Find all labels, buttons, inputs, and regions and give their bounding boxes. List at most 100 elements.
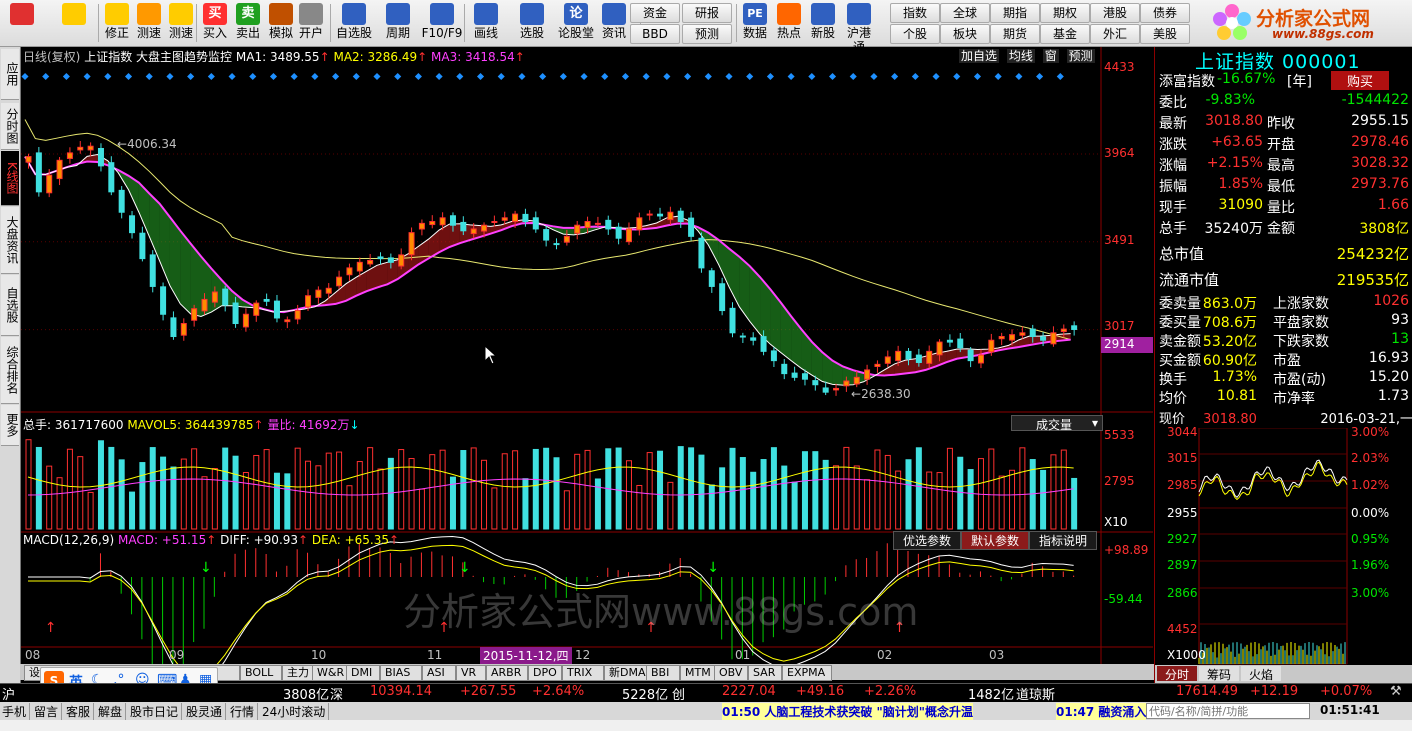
indicator-tab-boll[interactable]: BOLL <box>240 665 282 681</box>
macd-name[interactable]: MACD(12,26,9) <box>23 533 114 547</box>
tab-chips[interactable]: 筹码 <box>1199 666 1239 682</box>
indicator-tab-bias[interactable]: BIAS <box>380 665 422 681</box>
intraday-mini-chart[interactable] <box>1155 428 1412 683</box>
toolbar-button-2[interactable]: 修正 <box>102 2 132 44</box>
market-button[interactable]: 基金 <box>1040 24 1090 44</box>
optimal-params-button[interactable]: 优选参数 <box>893 531 961 550</box>
add-watchlist-button[interactable]: 加自选 <box>959 49 1000 63</box>
market-button[interactable]: 指数 <box>890 3 940 23</box>
indicator-tab-bbi[interactable]: BBI <box>646 665 680 681</box>
toolbar-button-1[interactable] <box>50 2 98 44</box>
toolbar-button-fire-icon[interactable]: 热点 <box>772 2 806 44</box>
row-label: 卖金额 <box>1159 334 1201 350</box>
toolbar-button-10[interactable]: 周期 <box>378 2 418 44</box>
menu-item-4[interactable]: 股市日记 <box>130 703 183 720</box>
toolbar-button-4[interactable]: 测速 <box>166 2 196 44</box>
ma-button[interactable]: 均线 <box>1006 49 1035 63</box>
volume-bar <box>750 471 757 530</box>
left-tab-6[interactable]: 更多 <box>1 405 19 446</box>
menu-item-1[interactable]: 留言 <box>34 703 63 720</box>
indicator-help-button[interactable]: 指标说明 <box>1029 531 1097 550</box>
up-arrow-icon: ↑ <box>206 533 217 547</box>
toolbar-button-hk-connect-icon[interactable]: 沪港通 <box>842 2 876 54</box>
toolbar-button-12[interactable]: 画线 <box>466 2 506 44</box>
candle-body <box>512 213 519 222</box>
market-button[interactable]: 期权 <box>1040 3 1090 23</box>
code-search-input[interactable] <box>1146 703 1310 719</box>
indicator-tab-dpo[interactable]: DPO <box>528 665 562 681</box>
pe-icon: PE <box>743 3 767 25</box>
toolbar-button-11[interactable]: F10/F9 <box>420 2 464 44</box>
toolbar-button-6[interactable]: 卖卖出 <box>233 2 263 44</box>
market-button[interactable]: 个股 <box>890 24 940 44</box>
menu-item-5[interactable]: 股灵通 <box>186 703 227 720</box>
buy-button[interactable]: 购买 <box>1330 71 1389 90</box>
tab-intraday[interactable]: 分时 <box>1157 666 1197 682</box>
tab-flame[interactable]: 火焰 <box>1241 666 1281 682</box>
market-button[interactable]: 期指 <box>990 3 1040 23</box>
toolbar-small-button[interactable]: 预测 <box>682 24 732 44</box>
left-tab-1[interactable]: 分时图 <box>1 103 19 150</box>
menu-item-3[interactable]: 解盘 <box>98 703 127 720</box>
market-button[interactable]: 期货 <box>990 24 1040 44</box>
volume-bar <box>66 448 73 530</box>
toolbar-button-15[interactable]: 资讯 <box>598 2 630 44</box>
menu-item-6[interactable]: 行情 <box>230 703 259 720</box>
wrench-icon[interactable]: ⚒ <box>1390 684 1402 699</box>
toolbar-small-button[interactable]: BBD <box>630 24 680 44</box>
market-button[interactable]: 债券 <box>1140 3 1190 23</box>
toolbar-button-9[interactable]: 自选股 <box>334 2 374 44</box>
indicator-tab-sar[interactable]: SAR <box>748 665 782 681</box>
news-ticker-2[interactable]: 01:47 融资涌入 <box>1056 703 1147 720</box>
indicator-tab-dmi[interactable]: DMI <box>346 665 380 681</box>
indicator-tab-expma[interactable]: EXPMA <box>782 665 832 681</box>
indicator-name[interactable]: 大盘主图趋势监控 <box>136 50 232 64</box>
left-tab-5[interactable]: 综合排名 <box>1 337 19 404</box>
toolbar-button-14[interactable]: 论论股堂 <box>556 2 596 44</box>
toolbar-button-5[interactable]: 买买入 <box>200 2 230 44</box>
toolbar-button-7[interactable]: 模拟 <box>266 2 296 44</box>
indicator-tab-obv[interactable]: OBV <box>714 665 748 681</box>
window-button[interactable]: 窗 <box>1042 49 1059 63</box>
indicator-tab-w&r[interactable]: W&R <box>312 665 350 681</box>
toolbar-button-3[interactable]: 测速 <box>134 2 164 44</box>
market-button[interactable]: 板块 <box>940 24 990 44</box>
indicator-select[interactable]: 成交量 ▾ <box>1011 415 1103 432</box>
volume-bar <box>657 450 664 530</box>
forecast-button[interactable]: 预测 <box>1066 49 1095 63</box>
left-tab-3[interactable]: 大盘资讯 <box>1 207 19 274</box>
menu-item-0[interactable]: 手机 <box>2 703 31 720</box>
indicator-tab-mtm[interactable]: MTM <box>680 665 716 681</box>
volume-bar <box>367 447 374 530</box>
market-button[interactable]: 外汇 <box>1090 24 1140 44</box>
toolbar-button-pe-icon[interactable]: PE 数据 <box>738 2 772 44</box>
toolbar-small-button[interactable]: 研报 <box>682 3 732 23</box>
market-button[interactable]: 港股 <box>1090 3 1140 23</box>
toolbar-small-button[interactable]: 资金 <box>630 3 680 23</box>
left-tab-2[interactable]: K线图 <box>1 151 19 206</box>
left-tab-0[interactable]: 应用 <box>1 49 19 100</box>
default-params-button[interactable]: 默认参数 <box>961 531 1029 550</box>
indicator-tab-asi[interactable]: ASI <box>422 665 456 681</box>
indicator-tab-arbr[interactable]: ARBR <box>486 665 528 681</box>
left-tab-4[interactable]: 自选股 <box>1 275 19 336</box>
chart-area[interactable]: ↑ ↓ ↑ ↓ ↑ ↓ ↑ 日线(复权) 上证指数 大盘主图趋势监控 MA1: 3489.5… <box>21 47 1153 664</box>
market-button[interactable]: 全球 <box>940 3 990 23</box>
menu-item-7[interactable]: 24小时滚动 <box>262 703 330 720</box>
indicator-tab-新dma[interactable]: 新DMA <box>604 665 651 681</box>
period-label[interactable]: 日线(复权) <box>23 50 80 64</box>
news-ticker-1[interactable]: 01:50 人脑工程技术获突破 "脑计划"概念升温 <box>722 703 974 720</box>
cy-amount: 1482亿 <box>968 688 1015 703</box>
market-button[interactable]: 美股 <box>1140 24 1190 44</box>
toolbar-button-13[interactable]: 选股 <box>512 2 552 44</box>
indicator-tab-vr[interactable]: VR <box>456 665 486 681</box>
toolbar-button-8[interactable]: 开户 <box>296 2 326 44</box>
menu-item-2[interactable]: 客服 <box>66 703 95 720</box>
volume-bar <box>667 481 674 530</box>
kline-chart-svg[interactable]: ↑ ↓ ↑ ↓ ↑ ↓ ↑ <box>21 47 1153 664</box>
indicator-tab-trix[interactable]: TRIX <box>562 665 604 681</box>
toolbar-button-0[interactable] <box>4 2 40 44</box>
toolbar-button-new-stock-icon[interactable]: 新股 <box>806 2 840 44</box>
indicator-tab-主力[interactable]: 主力 <box>282 665 314 681</box>
volume-bar <box>77 456 84 530</box>
